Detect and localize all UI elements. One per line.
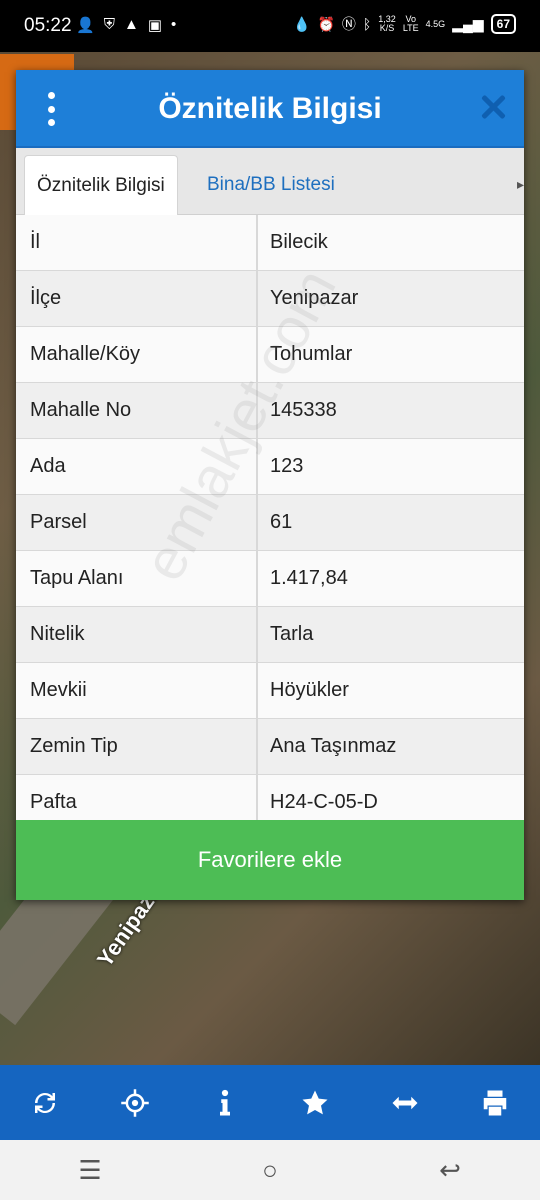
table-row: Mahalle No 145338 [16,383,524,439]
image-icon: ▲ [123,16,139,33]
table-row: Mahalle/Köy Tohumlar [16,327,524,383]
back-icon[interactable]: ↩ [420,1145,480,1195]
row-label: Mahalle No [16,383,258,438]
system-nav-bar: ☰ ○ ↩ [0,1140,540,1200]
row-value: Höyükler [270,679,349,701]
row-label: Mahalle/Köy [16,327,258,382]
tab-building-list[interactable]: Bina/BB Listesi [195,155,347,214]
attribute-table: İl Bilecik İlçe Yenipazar Mahalle/Köy Tohum… [16,215,524,831]
shield-icon: ⛨ [103,16,115,33]
status-bar: 05:22 👤 ⛨ ▲ ▣ • 💧 ⏰ Ⓝ ᛒ 1,32 K/S Vo LTE … [0,0,540,52]
nfc-icon: Ⓝ [341,16,356,32]
battery-icon: 67 [490,14,516,34]
row-value: Bilecik [270,231,328,253]
net-speed: 1,32 K/S [378,14,396,33]
star-icon[interactable] [285,1073,345,1133]
app-icon: ▣ [147,17,162,34]
row-label: Tapu Alanı [16,551,258,606]
row-label: Zemin Tip [16,719,258,774]
drop-icon: 💧 [293,15,311,32]
clock: 05:22 [24,15,72,36]
row-label: Nitelik [16,607,258,662]
row-label: Parsel [16,495,258,550]
table-row: Ada 123 [16,439,524,495]
row-value: Yenipazar [270,287,359,309]
table-row: Zemin Tip Ana Taşınmaz [16,719,524,775]
add-favorite-button[interactable]: Favorilere ekle [16,820,524,900]
dialog-title: Öznitelik Bilgisi [158,92,382,125]
row-label: Ada [16,439,258,494]
tab-scroll-indicator: ▸ [516,176,524,192]
table-row: İl Bilecik [16,215,524,271]
recent-apps-icon[interactable]: ☰ [60,1145,120,1195]
close-icon[interactable] [478,92,508,122]
bluetooth-icon: ᛒ [362,16,372,32]
locate-icon[interactable] [105,1073,165,1133]
network-type: 4.5G [425,18,446,29]
table-row: Nitelik Tarla [16,607,524,663]
map-toolbar [0,1065,540,1140]
table-row: Parsel 61 [16,495,524,551]
row-label: İl [16,215,258,270]
info-icon[interactable] [195,1073,255,1133]
print-icon[interactable] [465,1073,525,1133]
row-value: Tarla [270,623,314,645]
table-row: İlçe Yenipazar [16,271,524,327]
person-icon: 👤 [76,17,95,34]
row-value: Ana Taşınmaz [270,735,397,757]
home-icon[interactable]: ○ [240,1145,300,1195]
row-value: 123 [270,455,304,477]
signal-icon: ▂▄▆ [452,15,484,32]
tab-attribute-info[interactable]: Öznitelik Bilgisi [24,155,178,215]
table-row: Mevkii Höyükler [16,663,524,719]
volte: Vo LTE [402,14,419,33]
dialog-header: Öznitelik Bilgisi [16,70,524,148]
row-label: Mevkii [16,663,258,718]
tab-bar: Öznitelik Bilgisi Bina/BB Listesi ▸ [16,148,524,215]
row-label: İlçe [16,271,258,326]
table-row: Tapu Alanı 1.417,84 [16,551,524,607]
row-value: Tohumlar [270,343,353,365]
refresh-icon[interactable] [15,1073,75,1133]
measure-icon[interactable] [375,1073,435,1133]
alarm-icon: ⏰ [317,15,335,32]
row-value: 61 [270,511,293,533]
dot-icon: • [171,16,177,33]
attribute-dialog: Öznitelik Bilgisi Öznitelik Bilgisi Bina… [16,70,524,900]
row-value: 1.417,84 [270,567,348,589]
row-value: 145338 [270,399,337,421]
